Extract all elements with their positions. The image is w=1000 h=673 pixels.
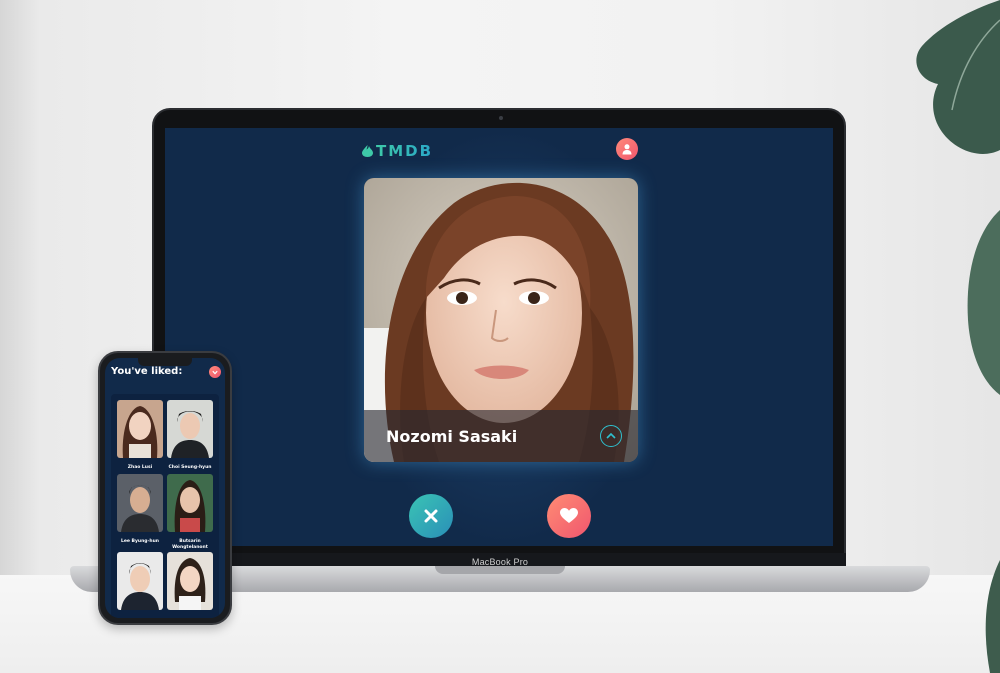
liked-item[interactable]: Choi Seung-hyun [167, 400, 213, 471]
liked-item[interactable] [117, 552, 163, 617]
heart-icon [560, 508, 578, 523]
liked-photo [117, 552, 163, 610]
liked-item[interactable] [167, 552, 213, 617]
phone-screen: You've liked: Zhao Lusi Choi Seung-hyun … [105, 358, 225, 618]
app-screen: TMDB Nozomi Sasaki [165, 128, 833, 546]
phone: You've liked: Zhao Lusi Choi Seung-hyun … [98, 351, 232, 625]
collapse-liked-button[interactable] [209, 366, 221, 378]
reject-button[interactable] [409, 494, 453, 538]
liked-name: Zhao Lusi [127, 465, 153, 470]
liked-photo [117, 474, 163, 532]
card-info-bar: Nozomi Sasaki [364, 410, 638, 462]
liked-photo [117, 400, 163, 458]
liked-name: Lee Byung-hun [120, 539, 159, 544]
liked-name: Butsarin Wongtelanont [172, 539, 208, 550]
close-x-icon [424, 509, 438, 523]
leaf-logo-icon [362, 145, 373, 157]
person-name: Nozomi Sasaki [386, 426, 518, 446]
user-icon [622, 144, 632, 155]
liked-photo [167, 474, 213, 532]
expand-info-button[interactable] [600, 425, 622, 447]
liked-title: You've liked: [111, 366, 183, 377]
liked-photo [167, 552, 213, 610]
laptop-camera [499, 116, 503, 120]
profile-card[interactable]: Nozomi Sasaki [364, 178, 638, 462]
liked-name: Choi Seung-hyun [168, 465, 212, 470]
like-button[interactable] [547, 494, 591, 538]
liked-item[interactable]: Zhao Lusi [117, 400, 163, 471]
brand-name: TMDB [376, 142, 434, 160]
liked-item[interactable]: Butsarin Wongtelanont [167, 474, 213, 550]
chevron-down-icon [212, 370, 218, 374]
laptop-base-notch [435, 566, 565, 574]
brand-logo[interactable]: TMDB [362, 142, 433, 160]
laptop: TMDB Nozomi Sasaki [152, 108, 846, 565]
phone-notch [138, 358, 192, 366]
profile-button[interactable] [616, 138, 638, 160]
liked-grid: Zhao Lusi Choi Seung-hyun Lee Byung-hun … [111, 394, 219, 618]
wall-shadow [0, 0, 40, 580]
liked-item[interactable]: Lee Byung-hun [117, 474, 163, 545]
liked-photo [167, 400, 213, 458]
chevron-up-icon [606, 432, 616, 439]
